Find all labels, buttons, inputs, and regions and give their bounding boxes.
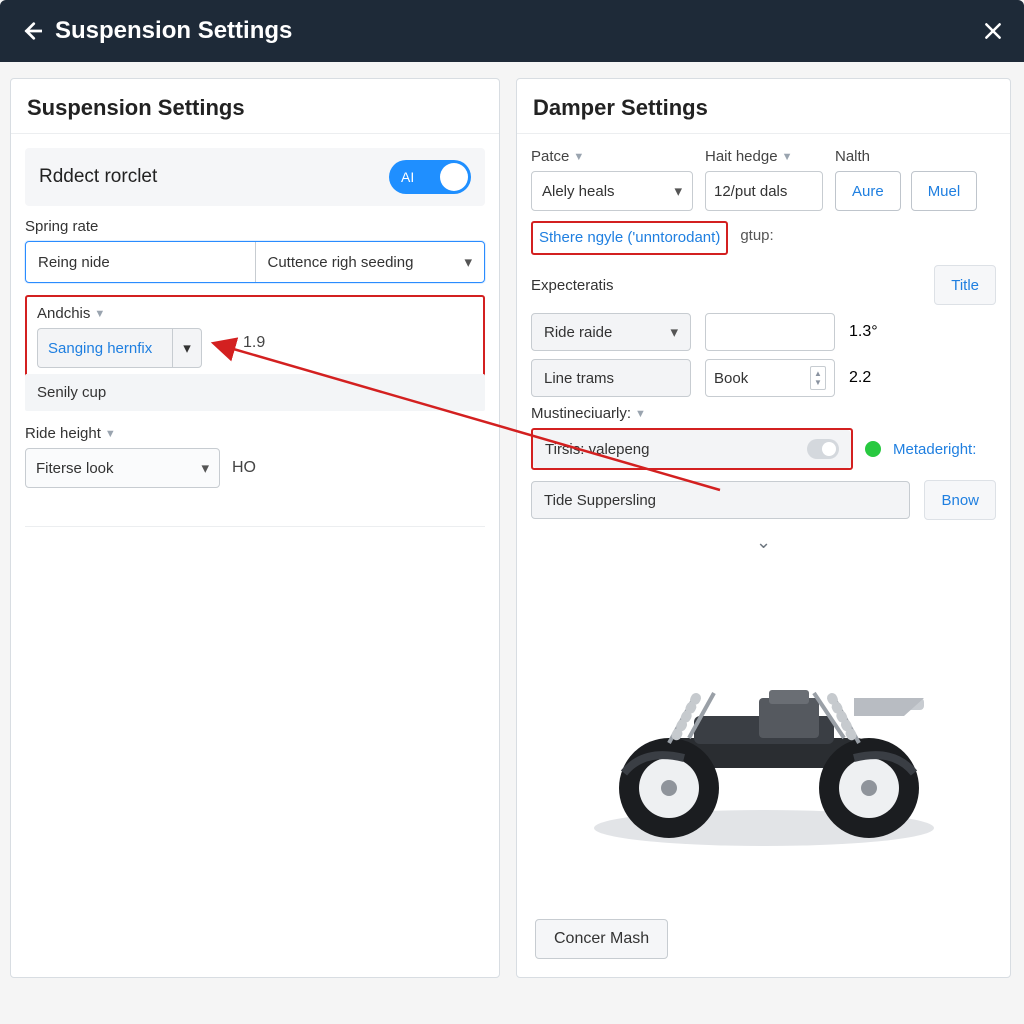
suspension-panel: Suspension Settings Rddect rorclet AI Sp… [10, 78, 500, 978]
andchis-dropdown-button[interactable]: ▾ [172, 328, 202, 368]
line-trams-select[interactable]: Line trams [531, 359, 691, 397]
ride-raide-input[interactable] [705, 313, 835, 351]
stepper-icon[interactable]: ▲▼ [810, 366, 826, 390]
ride-height-readout: HO [232, 459, 256, 477]
concer-mash-button[interactable]: Concer Mash [535, 919, 668, 959]
muel-button[interactable]: Muel [911, 171, 978, 211]
hait-hedge-label: Hait hedge▼ [705, 148, 823, 165]
spring-rate-label: Spring rate [25, 218, 485, 235]
ai-toggle-row: Rddect rorclet AI [25, 148, 485, 206]
chevron-down-icon: ▾ [464, 253, 472, 271]
expecteratis-label: Expecteratis [531, 277, 614, 294]
ride-height-select[interactable]: Fiterse look ▾ [25, 448, 220, 488]
chevron-down-icon: ▾ [674, 182, 682, 200]
chevron-down-icon: ▼ [573, 151, 584, 163]
close-button[interactable] [979, 17, 1007, 45]
gtup-label: gtup: [734, 221, 779, 244]
vehicle-preview [531, 563, 996, 903]
chevron-down-icon: ▾ [201, 459, 209, 477]
andchis-label: Andchis ▼ [37, 305, 473, 322]
tirsis-highlight-box: Tirsis: valepeng [531, 428, 853, 470]
page-title: Suspension Settings [55, 17, 979, 45]
sthere-highlight-box: Sthere ngyle ('unntorodant) [531, 221, 728, 255]
andchis-value-readout: 1.9 [243, 334, 273, 352]
ride-raide-readout: 1.3° [849, 323, 878, 341]
tide-suppersling-row[interactable]: Tide Suppersling [531, 481, 910, 519]
patce-label: Patce▼ [531, 148, 693, 165]
tirsis-toggle[interactable] [807, 439, 839, 459]
damper-heading: Damper Settings [517, 79, 1010, 134]
nalth-label: Nalth [835, 148, 996, 165]
sthere-link[interactable]: Sthere ngyle ('unntorodant) [539, 229, 720, 246]
expand-icon[interactable]: ⌄ [531, 528, 996, 563]
metaderight-link[interactable]: Metaderight: [893, 441, 976, 458]
ai-toggle-label: Rddect rorclet [39, 166, 389, 188]
spring-rate-left[interactable]: Reing nide [26, 242, 255, 282]
ride-height-label: Ride height ▼ [25, 425, 485, 442]
chevron-down-icon: ▼ [94, 308, 105, 320]
chevron-down-icon: ▼ [782, 151, 793, 163]
chevron-down-icon: ▼ [105, 428, 116, 440]
senily-cup-label: Senily cup [25, 374, 485, 411]
suspension-heading: Suspension Settings [11, 79, 499, 134]
tirsis-row[interactable]: Tirsis: valepeng [533, 430, 851, 468]
chevron-down-icon: ▾ [670, 323, 678, 341]
content-area: Suspension Settings Rddect rorclet AI Sp… [0, 62, 1024, 994]
ride-raide-select[interactable]: Ride raide▾ [531, 313, 691, 351]
spring-rate-select[interactable]: Reing nide Cuttence righ seeding▾ [25, 241, 485, 283]
andchis-select[interactable]: Sanging hernfix [37, 328, 172, 368]
title-bar: Suspension Settings [0, 0, 1024, 62]
chevron-down-icon: ▼ [635, 408, 646, 420]
spring-rate-right[interactable]: Cuttence righ seeding▾ [255, 242, 485, 282]
bnow-button[interactable]: Bnow [924, 480, 996, 520]
ai-toggle[interactable]: AI [389, 160, 471, 194]
vehicle-illustration [554, 598, 974, 868]
toggle-knob [440, 163, 468, 191]
book-readout: 2.2 [849, 369, 871, 387]
back-button[interactable] [17, 17, 45, 45]
book-stepper[interactable]: Book ▲▼ [705, 359, 835, 397]
title-button[interactable]: Title [934, 265, 996, 305]
chevron-down-icon: ▾ [183, 339, 191, 357]
damper-panel: Damper Settings Patce▼ Alely heals▾ Hait… [516, 78, 1011, 978]
status-dot-icon [865, 441, 881, 457]
mustineciuarly-label: Mustineciuarly: ▼ [531, 405, 996, 422]
patce-select[interactable]: Alely heals▾ [531, 171, 693, 211]
aure-button[interactable]: Aure [835, 171, 901, 211]
hait-hedge-input[interactable]: 12/put dals [705, 171, 823, 211]
